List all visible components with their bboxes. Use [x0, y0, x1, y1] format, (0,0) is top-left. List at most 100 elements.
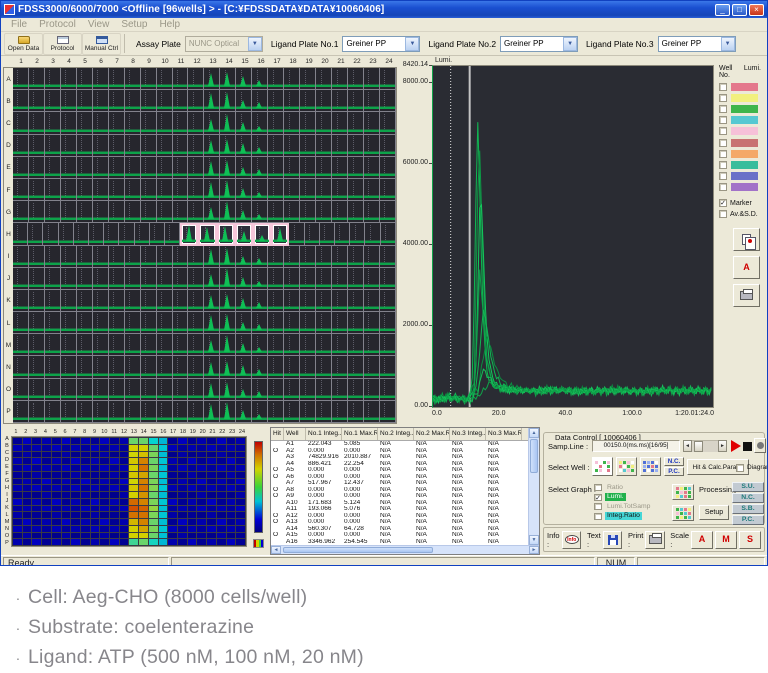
plate-well-M12[interactable]: [188, 334, 204, 356]
plate-well-I11[interactable]: [173, 246, 189, 268]
heatmap-cell-B24[interactable]: [236, 445, 245, 451]
play-button[interactable]: [731, 440, 741, 452]
heatmap-cell-N13[interactable]: [129, 526, 138, 532]
scale-a-button[interactable]: A: [691, 531, 713, 549]
heatmap-cell-P19[interactable]: [188, 539, 197, 545]
plate-well-M1[interactable]: [13, 334, 29, 356]
plate-well-I15[interactable]: [236, 246, 252, 268]
plate-well-G12[interactable]: [188, 201, 204, 223]
plate-well-P10[interactable]: [157, 401, 173, 423]
heatmap-cell-I4[interactable]: [42, 492, 51, 498]
setup-button[interactable]: Setup: [699, 505, 729, 520]
heatmap-cell-H20[interactable]: [197, 485, 206, 491]
plate-well-A4[interactable]: [61, 68, 77, 90]
heatmap-cell-H9[interactable]: [91, 485, 100, 491]
plate-well-P13[interactable]: [204, 401, 220, 423]
plate-well-E21[interactable]: [332, 157, 348, 179]
plate-well-J10[interactable]: [157, 268, 173, 290]
heatmap-cell-K7[interactable]: [71, 506, 80, 512]
plate-well-B10[interactable]: [157, 90, 173, 112]
heatmap-cell-L1[interactable]: [13, 512, 22, 518]
heatmap-cell-L20[interactable]: [197, 512, 206, 518]
heatmap-cell-P23[interactable]: [227, 539, 236, 545]
heatmap-cell-I17[interactable]: [168, 492, 177, 498]
plate-well-I10[interactable]: [157, 246, 173, 268]
heatmap-cell-P7[interactable]: [71, 539, 80, 545]
heatmap-cell-I12[interactable]: [120, 492, 129, 498]
heatmap-cell-P21[interactable]: [207, 539, 216, 545]
plate-well-N23[interactable]: [364, 356, 380, 378]
plate-well-N11[interactable]: [173, 356, 189, 378]
heatmap-cell-P10[interactable]: [100, 539, 109, 545]
plate-well-C7[interactable]: [109, 112, 125, 134]
heatmap-cell-H13[interactable]: [129, 485, 138, 491]
heatmap-cell-D21[interactable]: [207, 458, 216, 464]
plate-well-B17[interactable]: [268, 90, 284, 112]
heatmap-cell-A15[interactable]: [149, 438, 158, 444]
plate-well-E13[interactable]: [204, 157, 220, 179]
heatmap-cell-K8[interactable]: [81, 506, 90, 512]
heatmap-cell-I14[interactable]: [139, 492, 148, 498]
export-text-button[interactable]: A: [733, 256, 760, 279]
heatmap-cell-N23[interactable]: [227, 526, 236, 532]
plate-well-L15[interactable]: [236, 312, 252, 334]
heatmap-cell-B8[interactable]: [81, 445, 90, 451]
plate-well-L9[interactable]: [141, 312, 157, 334]
plate-well-M17[interactable]: [268, 334, 284, 356]
plate-well-O17[interactable]: [268, 379, 284, 401]
heatmap-cell-O17[interactable]: [168, 533, 177, 539]
heatmap-cell-N22[interactable]: [217, 526, 226, 532]
heatmap-cell-J1[interactable]: [13, 499, 22, 505]
plate-well-N5[interactable]: [77, 356, 93, 378]
plate-well-P20[interactable]: [316, 401, 332, 423]
heatmap-cell-B4[interactable]: [42, 445, 51, 451]
plate-well-D11[interactable]: [173, 135, 189, 157]
graph-option-checkbox[interactable]: [594, 513, 602, 520]
heatmap-cell-H2[interactable]: [23, 485, 32, 491]
plate-well-F23[interactable]: [364, 179, 380, 201]
heatmap-cell-E1[interactable]: [13, 465, 22, 471]
plate-well-N16[interactable]: [252, 356, 268, 378]
plate-well-N9[interactable]: [141, 356, 157, 378]
menu-protocol[interactable]: Protocol: [33, 19, 82, 30]
plate-well-B21[interactable]: [332, 90, 348, 112]
plate-well-I1[interactable]: [13, 246, 29, 268]
heatmap-cell-P18[interactable]: [178, 539, 187, 545]
heatmap-cell-P14[interactable]: [139, 539, 148, 545]
plate-well-B5[interactable]: [77, 90, 93, 112]
heatmap-cell-C11[interactable]: [110, 452, 119, 458]
heatmap-cell-F5[interactable]: [52, 472, 61, 478]
heatmap-cell-O8[interactable]: [81, 533, 90, 539]
heatmap-cell-F2[interactable]: [23, 472, 32, 478]
plate-well-J18[interactable]: [284, 268, 300, 290]
plate-well-D2[interactable]: [29, 135, 45, 157]
heatmap-cell-P20[interactable]: [197, 539, 206, 545]
plate-well-K14[interactable]: [220, 290, 236, 312]
heatmap-cell-H22[interactable]: [217, 485, 226, 491]
plate-well-C4[interactable]: [61, 112, 77, 134]
plate-well-P3[interactable]: [45, 401, 61, 423]
heatmap-cell-D1[interactable]: [13, 458, 22, 464]
plate-well-F4[interactable]: [61, 179, 77, 201]
plate-well-P5[interactable]: [77, 401, 93, 423]
heatmap-cell-M2[interactable]: [23, 519, 32, 525]
plate-well-H19[interactable]: [305, 223, 320, 245]
heatmap-cell-E24[interactable]: [236, 465, 245, 471]
processing-nc-button[interactable]: N.C.: [732, 493, 764, 503]
plate-well-D1[interactable]: [13, 135, 29, 157]
heatmap-cell-J18[interactable]: [178, 499, 187, 505]
heatmap-cell-A9[interactable]: [91, 438, 100, 444]
plate-well-F11[interactable]: [173, 179, 189, 201]
heatmap-cell-N21[interactable]: [207, 526, 216, 532]
plate-well-A22[interactable]: [348, 68, 364, 90]
heatmap-cell-L7[interactable]: [71, 512, 80, 518]
heatmap-cell-O12[interactable]: [120, 533, 129, 539]
plate-well-C11[interactable]: [173, 112, 189, 134]
plate-well-M3[interactable]: [45, 334, 61, 356]
plate-well-G14[interactable]: [220, 201, 236, 223]
heatmap-cell-O22[interactable]: [217, 533, 226, 539]
heatmap-cell-M16[interactable]: [159, 519, 168, 525]
heatmap-cell-G18[interactable]: [178, 479, 187, 485]
plate-well-O21[interactable]: [332, 379, 348, 401]
heatmap-cell-A21[interactable]: [207, 438, 216, 444]
